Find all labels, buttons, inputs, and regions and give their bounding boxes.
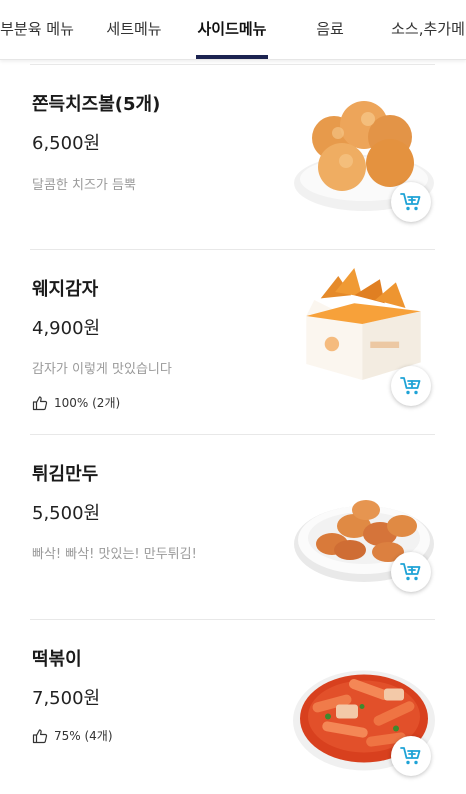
cart-add-icon xyxy=(400,563,421,581)
rating-text: 100% (2개) xyxy=(54,396,121,410)
tab-drinks[interactable]: 음료 xyxy=(314,0,346,60)
tab-set-menu[interactable]: 세트메뉴 xyxy=(102,0,166,60)
add-to-cart-button[interactable] xyxy=(391,552,431,592)
cart-add-icon xyxy=(400,377,421,395)
active-tab-indicator xyxy=(196,55,268,59)
item-rating: 100% (2개) xyxy=(32,394,120,411)
item-name: 튀김만두 xyxy=(32,464,99,485)
cart-add-icon xyxy=(400,193,421,211)
tab-side-menu[interactable]: 사이드메뉴 xyxy=(194,0,270,60)
menu-item-tteokbokki[interactable]: 떡볶이 7,500원 75% (4개) xyxy=(0,620,466,794)
rating-text: 75% (4개) xyxy=(54,729,113,743)
item-price: 7,500원 xyxy=(32,688,101,709)
add-to-cart-button[interactable] xyxy=(391,182,431,222)
menu-item-wedge-potatoes[interactable]: 웨지감자 4,900원 감자가 이렇게 맛있습니다 100% (2개) xyxy=(0,250,466,434)
item-price: 4,900원 xyxy=(32,318,101,339)
item-price: 5,500원 xyxy=(32,503,101,524)
item-description: 감자가 이렇게 맛있습니다 xyxy=(32,362,172,377)
cart-add-icon xyxy=(400,747,421,765)
thumbs-up-icon xyxy=(32,395,48,410)
item-description: 빠삭! 빠삭! 맛있는! 만두튀김! xyxy=(32,547,197,562)
item-name: 쫀득치즈볼(5개) xyxy=(32,94,161,115)
add-to-cart-button[interactable] xyxy=(391,736,431,776)
tab-sauce-extras[interactable]: 소스,추가메 xyxy=(388,0,466,60)
add-to-cart-button[interactable] xyxy=(391,366,431,406)
item-name: 떡볶이 xyxy=(32,649,82,670)
tab-partial-meat-menu[interactable]: 부분육 메뉴 xyxy=(0,0,76,60)
item-name: 웨지감자 xyxy=(32,279,99,300)
item-rating: 75% (4개) xyxy=(32,727,113,744)
menu-item-fried-dumplings[interactable]: 튀김만두 5,500원 빠삭! 빠삭! 맛있는! 만두튀김! xyxy=(0,435,466,619)
category-tab-bar: 부분육 메뉴 세트메뉴 사이드메뉴 음료 소스,추가메 xyxy=(0,0,466,60)
thumbs-up-icon xyxy=(32,728,48,743)
item-description: 달콤한 치즈가 듬뿍 xyxy=(32,178,136,193)
item-price: 6,500원 xyxy=(32,133,101,154)
menu-item-cheese-balls[interactable]: 쫀득치즈볼(5개) 6,500원 달콤한 치즈가 듬뿍 xyxy=(0,65,466,249)
